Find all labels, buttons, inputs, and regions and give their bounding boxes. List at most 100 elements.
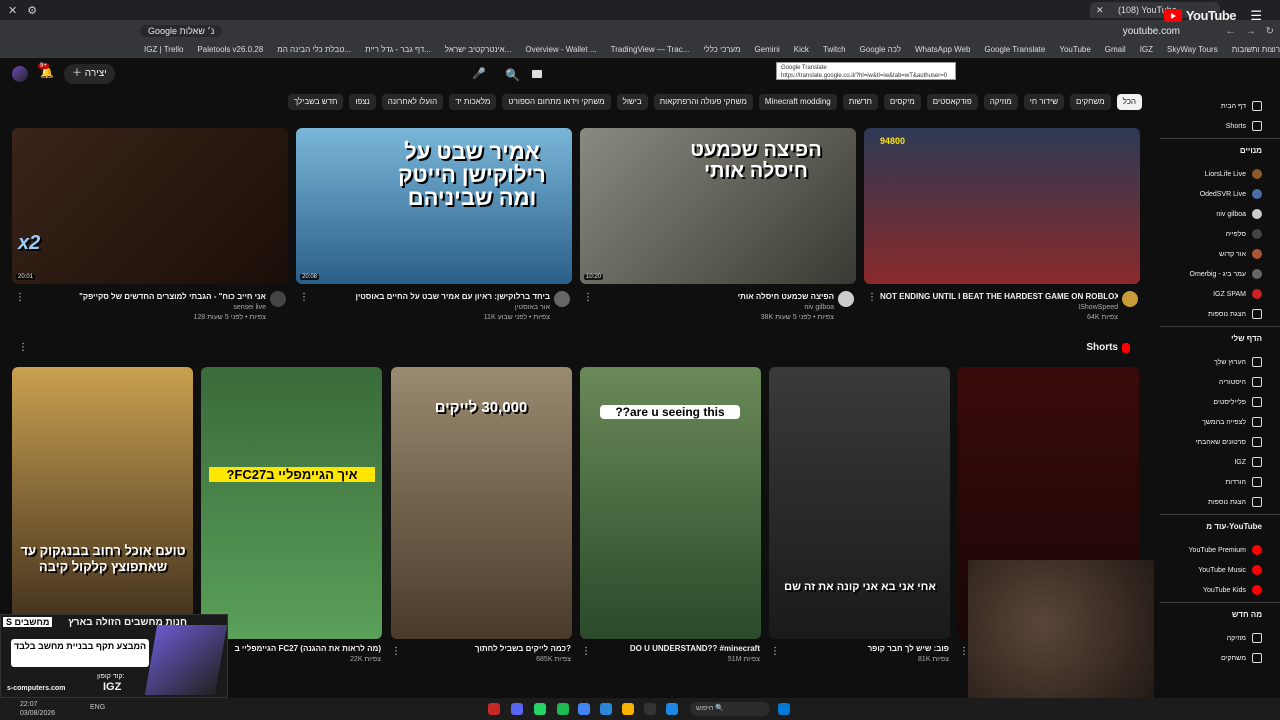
filter-chip[interactable]: פודקאסטים <box>926 94 978 110</box>
sidebar-section-title[interactable]: מה חדש <box>1232 610 1262 619</box>
more-options-icon[interactable]: ⋮ <box>299 292 309 303</box>
keyboard-icon[interactable] <box>532 70 542 78</box>
filter-chip[interactable]: בישול <box>616 94 648 110</box>
bookmark-item[interactable]: אינטרקטיב ישראל... <box>445 45 512 54</box>
whatsapp-icon[interactable] <box>534 703 546 715</box>
short-thumbnail[interactable]: are u seeing this?? <box>580 367 761 639</box>
video-thumbnail[interactable]: אמיר שבט על רילוקישן הייטק ומה שביניהם 20… <box>296 128 572 284</box>
sidebar-item[interactable]: פלייליסטים <box>1213 394 1262 410</box>
short-title[interactable]: DO U UNDERSTAND?? #minecraft <box>594 644 760 653</box>
photos-icon[interactable] <box>600 703 612 715</box>
filter-chip[interactable]: הכל <box>1116 94 1142 110</box>
sidebar-item[interactable]: לצפייה בהמשך <box>1202 414 1262 430</box>
sidebar-item[interactable]: הורדות <box>1225 474 1262 490</box>
short-thumbnail[interactable]: איך הגיימפליי בFC27? <box>201 367 382 639</box>
forward-icon[interactable]: → <box>1246 26 1256 37</box>
more-options-icon[interactable]: ⋮ <box>770 646 780 657</box>
short-title[interactable]: כמה לייקים בשביל לחתוך? <box>405 644 571 653</box>
windows-start-icon[interactable] <box>778 703 790 715</box>
app-icon[interactable] <box>488 703 500 715</box>
sidebar-item[interactable]: מוזיקה <box>1227 630 1262 646</box>
filter-chip[interactable]: חדש בשבילך <box>287 94 344 110</box>
sidebar-item[interactable]: YouTube Premium <box>1189 542 1262 558</box>
more-options-icon[interactable]: ⋮ <box>581 646 591 657</box>
sidebar-item[interactable]: היסטוריה <box>1219 374 1262 390</box>
sidebar-item[interactable]: IGZ SPAM <box>1213 286 1262 302</box>
sidebar-item[interactable]: LiorsLife Live <box>1205 166 1262 182</box>
filter-chip[interactable]: מיקסים <box>883 94 921 110</box>
sidebar-item[interactable]: סלפייה <box>1226 226 1262 242</box>
sidebar-section-title[interactable]: מנויים <box>1240 146 1262 155</box>
sidebar-item[interactable]: הצגת נוספות <box>1208 494 1262 510</box>
filter-chip[interactable]: משחקי וידאו מתחום הספורט <box>502 94 611 110</box>
sidebar-section-title[interactable]: עוד מ-YouTube <box>1206 522 1262 531</box>
sidebar-item[interactable]: סרטונים שאהבתי <box>1195 434 1262 450</box>
filter-chip[interactable]: חדשות <box>842 94 878 110</box>
video-title[interactable]: NOT ENDING UNTIL I BEAT THE HARDEST GAME… <box>880 292 1118 301</box>
channel-name[interactable]: niv gilboa <box>596 304 834 311</box>
chrome-icon[interactable] <box>578 703 590 715</box>
short-thumbnail[interactable]: טועם אוכל רחוב בבנגקוק עד שאתפוצץ קלקול … <box>12 367 193 639</box>
bookmark-item[interactable]: SkyWay Tours <box>1167 45 1218 54</box>
sidebar-item[interactable]: IGZ <box>1234 454 1262 470</box>
bookmark-item[interactable]: IGZ <box>1140 45 1153 54</box>
close-window-icon[interactable]: ✕ <box>8 4 17 17</box>
short-thumbnail[interactable]: 30,000 לייקים <box>391 367 572 639</box>
short-title[interactable]: פוב: שיש לך חבר קופר <box>783 644 949 653</box>
filter-chip[interactable]: Minecraft modding <box>758 94 837 110</box>
taskbar-search[interactable]: חיפוש 🔍 <box>690 702 770 716</box>
nav-buttons[interactable]: ← → ↻ <box>1226 26 1274 37</box>
bookmark-item[interactable]: Twitch <box>823 45 846 54</box>
bookmark-item[interactable]: Google לכה <box>860 45 901 54</box>
channel-name[interactable]: sensei live <box>28 304 266 311</box>
more-options-icon[interactable]: ⋮ <box>15 292 25 303</box>
video-thumbnail[interactable]: x2 20:01 <box>12 128 288 284</box>
bookmark-item[interactable]: Overview - Wallet ... <box>525 45 596 54</box>
sidebar-item[interactable]: niv gilboa <box>1216 206 1262 222</box>
filter-chip[interactable]: נצפו <box>349 94 376 110</box>
sidebar-item[interactable]: דף הבית <box>1221 98 1262 114</box>
video-thumbnail[interactable]: הפיצה שכמעט חיסלה אותי 10:20 <box>580 128 856 284</box>
channel-name[interactable]: אור באוסטין <box>312 304 550 311</box>
sidebar-item[interactable]: YouTube Kids <box>1203 582 1262 598</box>
video-title[interactable]: "אני חייב כוח" - הגבתי למוצרים החדשים של… <box>28 292 266 301</box>
url-field[interactable]: youtube.com <box>1123 26 1180 37</box>
sidebar-item[interactable]: משחקים <box>1221 650 1262 666</box>
settings-icon[interactable]: ⚙ <box>27 4 37 17</box>
bookmark-item[interactable]: דף גבר - גדל ריית... <box>365 45 431 54</box>
filter-chip[interactable]: משחקי פעולה והרפתקאות <box>653 94 753 110</box>
back-icon[interactable]: ← <box>1226 26 1236 37</box>
notifications-bell-icon[interactable]: 🔔 9+ <box>38 63 54 79</box>
bookmark-item[interactable]: Kick <box>794 45 809 54</box>
close-tab-icon[interactable]: ✕ <box>1096 2 1104 18</box>
sidebar-item[interactable]: הערוץ שלך <box>1214 354 1262 370</box>
youtube-logo[interactable]: YouTube <box>1163 8 1237 23</box>
more-options-icon[interactable]: ⋮ <box>583 292 593 303</box>
sidebar-item[interactable]: Shorts <box>1226 118 1262 134</box>
sidebar-section-title[interactable]: הדף שלי <box>1231 334 1262 343</box>
create-button[interactable]: ＋ יצירה <box>64 64 115 84</box>
window-controls[interactable]: ✕ ⚙ <box>0 4 37 17</box>
bookmark-item[interactable]: Gemini <box>754 45 779 54</box>
filter-chip[interactable]: הועלו לאחרונה <box>381 94 444 110</box>
folder-icon[interactable] <box>622 703 634 715</box>
bookmark-item[interactable]: מערכי כללי <box>703 45 740 54</box>
channel-avatar[interactable] <box>1122 291 1138 307</box>
search-icon[interactable]: 🔍 <box>505 68 520 82</box>
short-thumbnail[interactable]: אחי אני בא אני קונה את זה שם <box>769 367 950 639</box>
terminal-icon[interactable] <box>644 703 656 715</box>
video-title[interactable]: הפיצה שכמעט חיסלה אותי <box>596 292 834 301</box>
avatar[interactable] <box>12 66 28 82</box>
more-options-icon[interactable]: ⋮ <box>391 646 401 657</box>
bookmark-item[interactable]: טבלת כלי הבינה המ... <box>277 45 351 54</box>
video-title[interactable]: ביחד ברלוקישן: ראיון עם אמיר שבט על החיי… <box>312 292 550 301</box>
discord-icon[interactable] <box>511 703 523 715</box>
bookmark-item[interactable]: YouTube <box>1059 45 1090 54</box>
channel-avatar[interactable] <box>270 291 286 307</box>
channel-name[interactable]: IShowSpeed <box>880 304 1118 311</box>
sidebar-item[interactable]: הצגת נוספות <box>1208 306 1262 322</box>
app-icon[interactable] <box>666 703 678 715</box>
sidebar-item[interactable]: OdedSVR Live <box>1200 186 1262 202</box>
channel-avatar[interactable] <box>554 291 570 307</box>
filter-chip[interactable]: שידור חי <box>1023 94 1065 110</box>
